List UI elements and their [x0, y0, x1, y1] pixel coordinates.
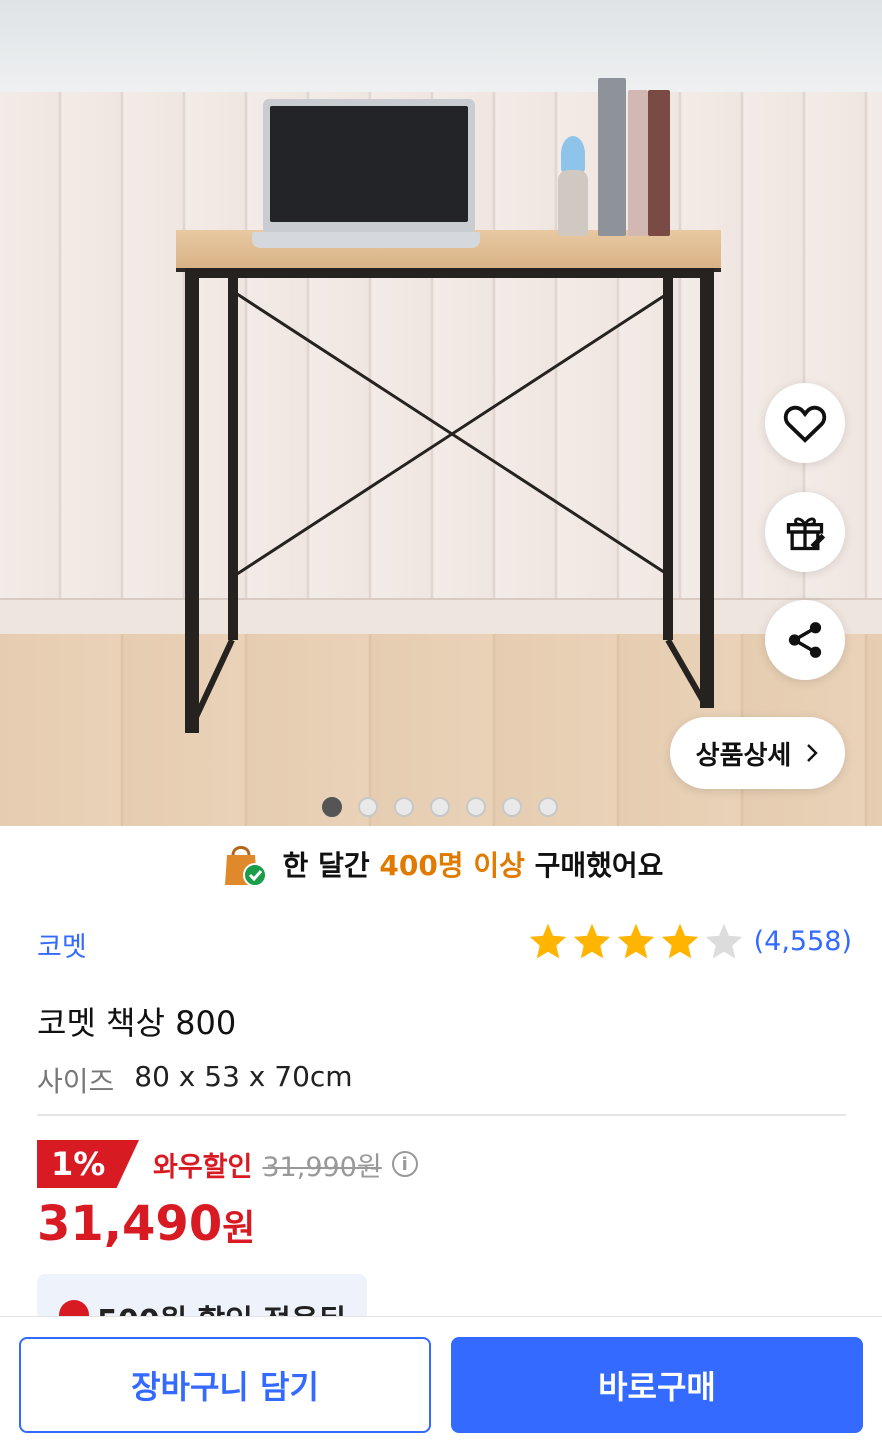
wow-discount-label: 와우할인	[153, 1151, 253, 1183]
shopping-bag-check-icon	[224, 846, 267, 887]
gift-button[interactable]	[765, 492, 845, 572]
add-to-cart-button[interactable]: 장바구니 담기	[19, 1337, 431, 1433]
pagination-dot[interactable]	[358, 797, 378, 817]
star-icon-filled	[529, 923, 566, 959]
divider	[37, 1114, 846, 1116]
chevron-right-icon	[807, 744, 819, 762]
spec-value: 80 x 53 x 70cm	[134, 1060, 353, 1093]
sale-price-amount: 31,490	[37, 1196, 223, 1252]
pagination-dot[interactable]	[322, 797, 342, 817]
purchase-notice: 한 달간 400명 이상 구매했어요	[0, 836, 882, 892]
notice-highlight: 400명 이상	[379, 849, 525, 882]
product-detail-label: 상품상세	[695, 740, 792, 771]
rating[interactable]: (4,558)	[528, 922, 852, 960]
gallery-pagination[interactable]	[322, 797, 558, 817]
original-price: 31,990원	[262, 1151, 382, 1183]
star-icon-filled	[573, 923, 610, 959]
review-count[interactable]: (4,558)	[754, 926, 852, 957]
sale-price: 31,490원	[37, 1196, 255, 1252]
gift-icon	[786, 517, 826, 551]
pagination-dot[interactable]	[502, 797, 522, 817]
brand-link[interactable]: 코멧	[37, 925, 87, 964]
product-title: 코멧 책상 800	[37, 1004, 237, 1042]
laptop-screen	[263, 99, 475, 234]
book	[628, 90, 648, 236]
notice-prefix: 한 달간	[282, 849, 370, 882]
pagination-dot[interactable]	[430, 797, 450, 817]
sale-price-currency: 원	[222, 1208, 256, 1249]
star-icon-filled	[661, 923, 698, 959]
discount-rate-badge: 1%	[37, 1140, 139, 1188]
laptop-base	[252, 232, 480, 248]
pagination-dot[interactable]	[466, 797, 486, 817]
spec-label: 사이즈	[37, 1065, 115, 1098]
share-icon	[788, 622, 822, 658]
info-icon[interactable]: i	[391, 1151, 418, 1177]
buy-now-button[interactable]: 바로구매	[451, 1337, 863, 1433]
book	[598, 78, 626, 236]
bottom-action-bar: 장바구니 담기 바로구매	[0, 1316, 882, 1441]
notice-suffix: 구매했어요	[534, 849, 664, 882]
discount-row: 1% 와우할인 31,990원 i	[37, 1140, 418, 1188]
product-spec: 사이즈 80 x 53 x 70cm	[37, 1060, 353, 1100]
product-detail-button[interactable]: 상품상세	[670, 717, 845, 789]
product-image[interactable]: 상품상세	[0, 0, 882, 826]
heart-icon	[783, 405, 827, 443]
star-icon-filled	[617, 923, 654, 959]
pagination-dot[interactable]	[538, 797, 558, 817]
figurine	[556, 136, 590, 236]
book	[648, 90, 670, 236]
star-icon-empty	[705, 923, 742, 959]
wishlist-button[interactable]	[765, 383, 845, 463]
share-button[interactable]	[765, 600, 845, 680]
pagination-dot[interactable]	[394, 797, 414, 817]
